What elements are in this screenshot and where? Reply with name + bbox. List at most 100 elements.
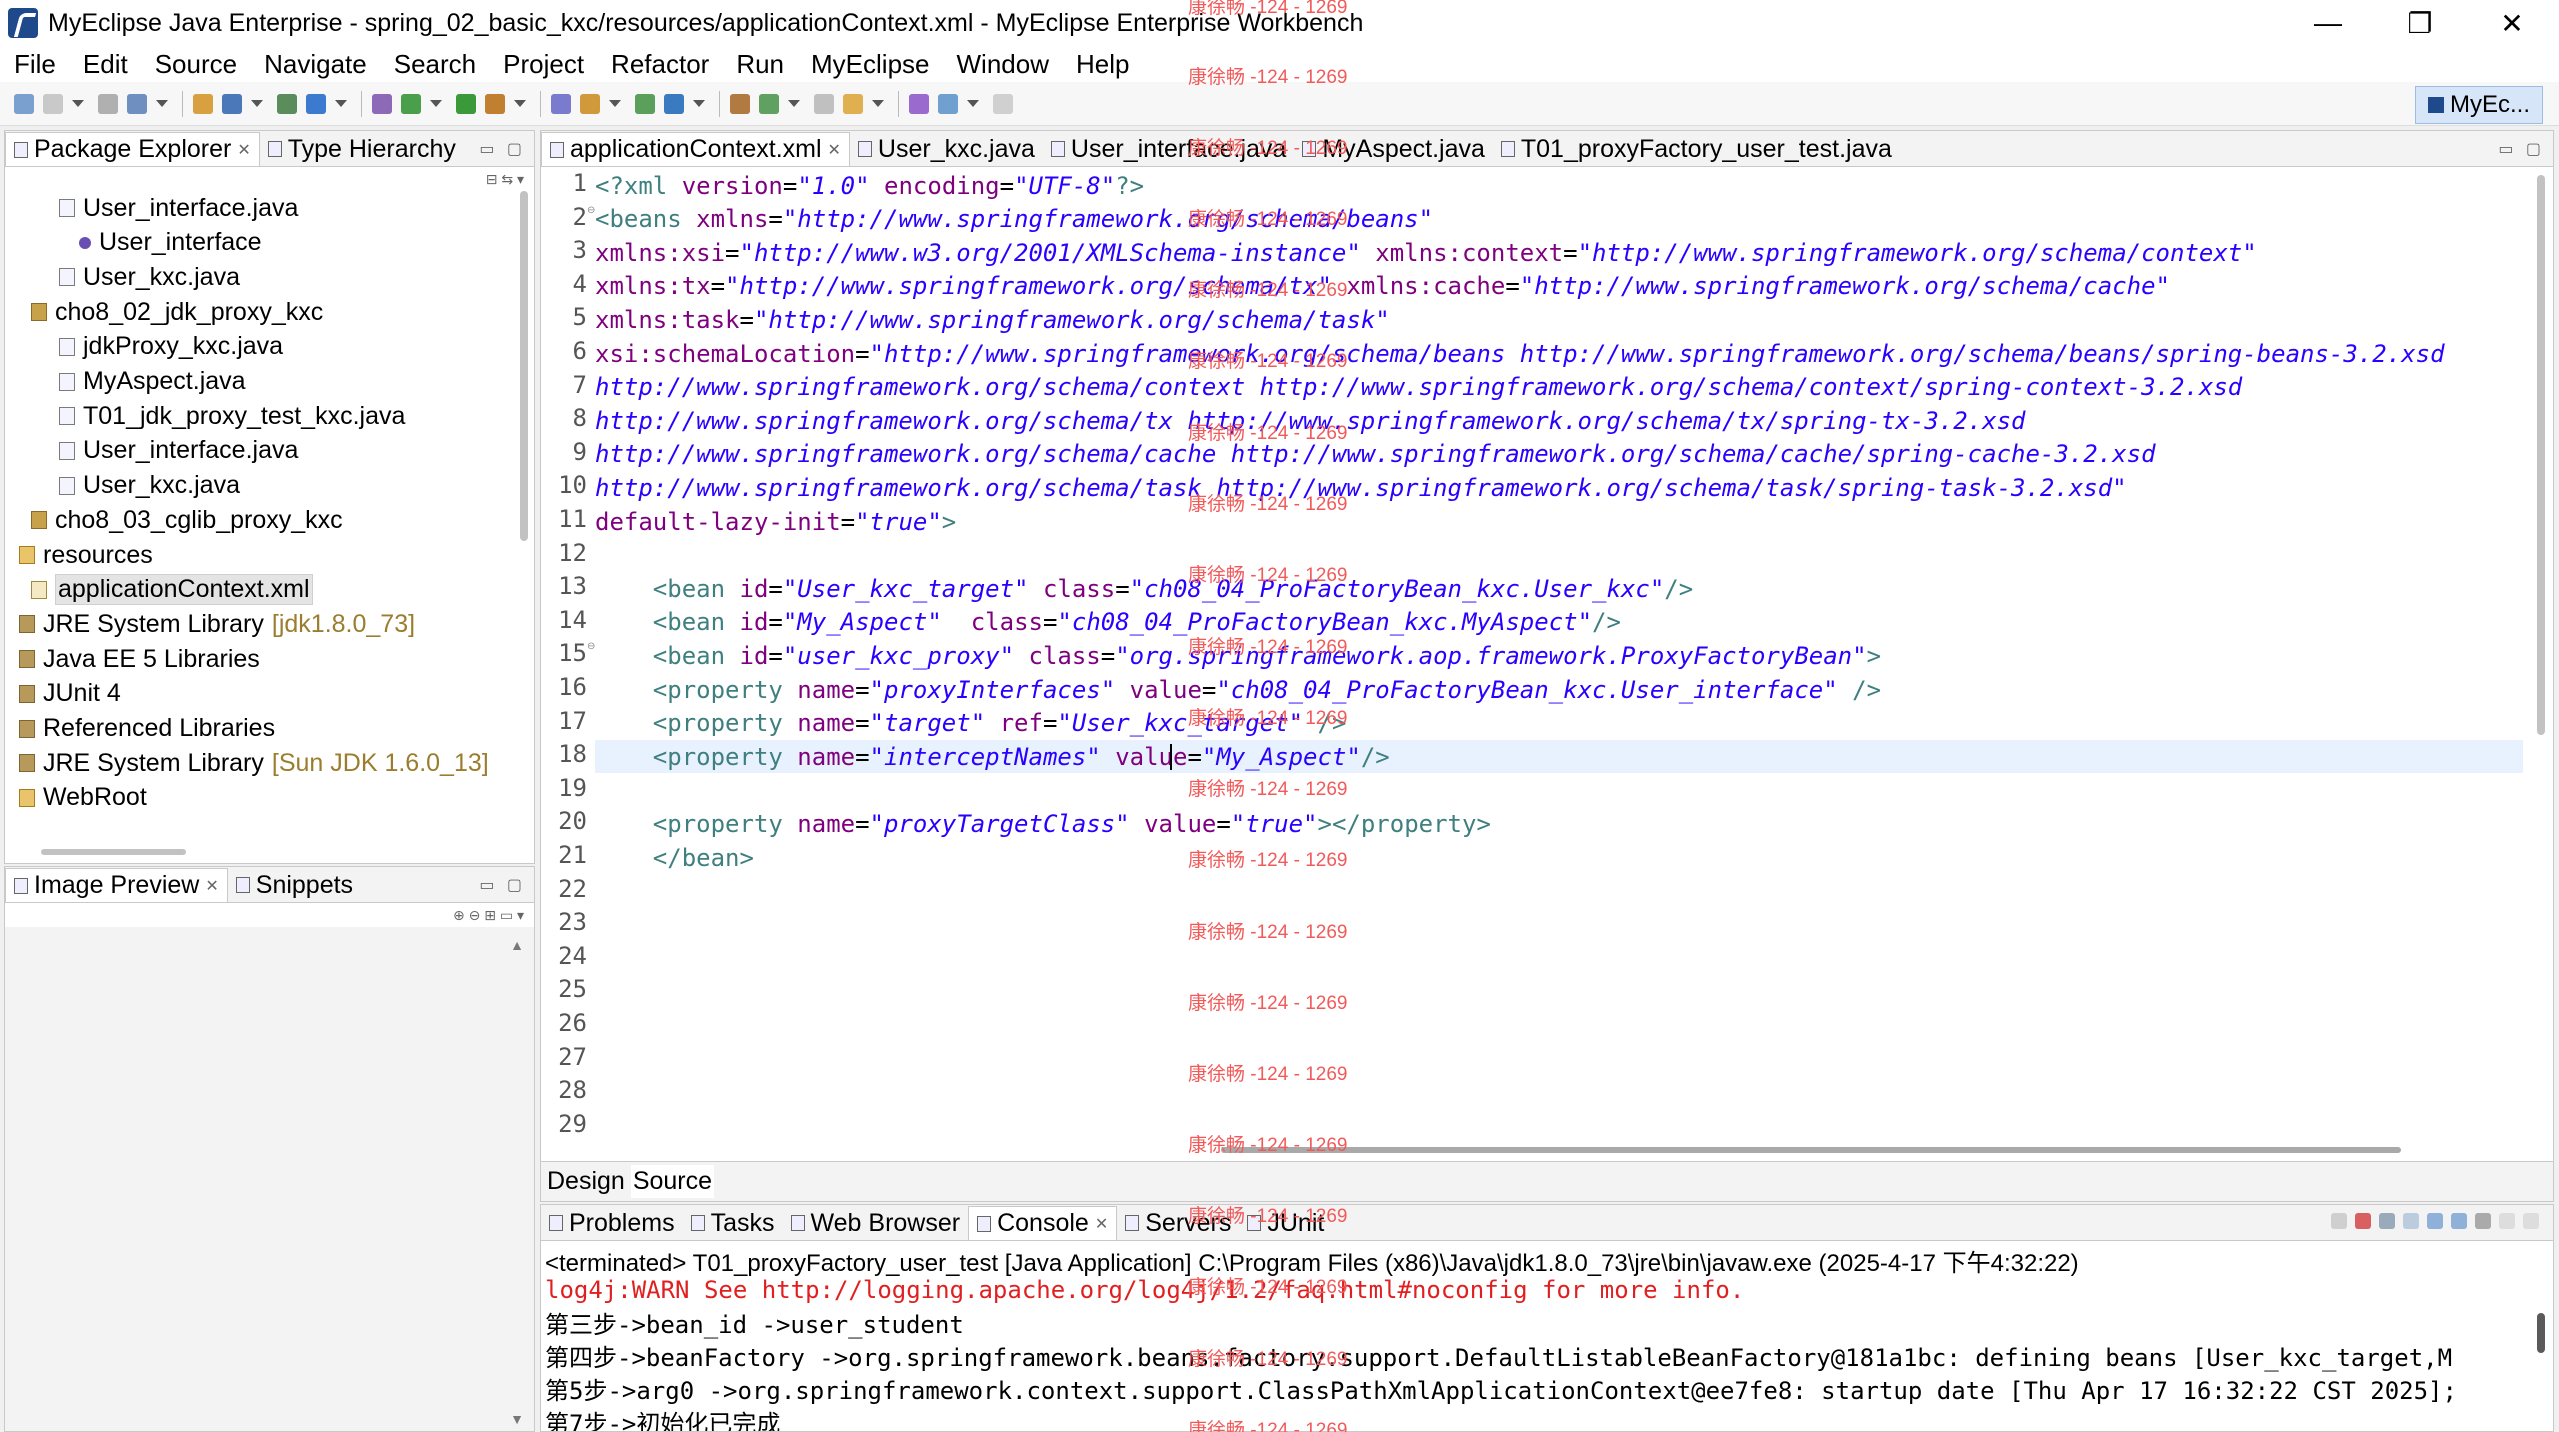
code-line[interactable]: xmlns:tx = "http://www.springframework.org… (595, 270, 2170, 303)
console-output[interactable]: log4j:WARN See http://logging.apache.org… (541, 1279, 2523, 1431)
menu-item-file[interactable]: File (14, 49, 56, 80)
menu-item-window[interactable]: Window (957, 49, 1049, 80)
dropdown-arrow-icon[interactable] (251, 100, 263, 107)
code-line[interactable]: <property name = "proxyTargetClass" value =… (595, 807, 1491, 840)
dropdown-arrow-icon[interactable] (788, 100, 800, 107)
clear-console-icon[interactable] (2379, 1213, 2395, 1229)
tree-item[interactable]: JUnit 4 (19, 677, 121, 711)
image-preview-toolbar[interactable]: ⊕ ⊖ ⊞ ▭ ▾ (453, 907, 524, 924)
code-line[interactable]: http://www.springframework.org/schema/ta… (595, 471, 2127, 504)
close-tab-icon[interactable]: ✕ (205, 876, 218, 896)
dropdown-arrow-icon[interactable] (335, 100, 347, 107)
menu-item-navigate[interactable]: Navigate (264, 49, 367, 80)
preview-tab-snippets[interactable]: Snippets (228, 868, 361, 902)
code-line[interactable]: <bean id = "My_Aspect" class = "ch08_04_ProF… (595, 606, 1621, 639)
tree-item[interactable]: JRE System Library [jdk1.8.0_73] (19, 607, 415, 641)
toolbar-button-6[interactable] (222, 93, 242, 114)
close-tab-icon[interactable]: ✕ (1095, 1214, 1108, 1234)
toolbar-button-21[interactable] (909, 93, 929, 114)
tree-item[interactable]: applicationContext.xml (31, 573, 313, 607)
dropdown-arrow-icon[interactable] (156, 100, 168, 107)
code-line[interactable]: xmlns:xsi = "http://www.w3.org/2001/XMLSch… (595, 236, 2257, 269)
menu-item-project[interactable]: Project (503, 49, 584, 80)
close-tab-icon[interactable]: ✕ (237, 140, 250, 160)
close-tab-icon[interactable]: ✕ (828, 140, 841, 160)
editor-tab-applicationcontext-xml[interactable]: applicationContext.xml ✕ (541, 132, 850, 166)
toolbar-button-11[interactable] (456, 93, 476, 114)
minimize-view-icon[interactable] (2499, 1213, 2515, 1229)
toolbar-button-3[interactable] (98, 93, 118, 114)
dropdown-arrow-icon[interactable] (430, 100, 442, 107)
console-toolbar[interactable] (2323, 1213, 2539, 1229)
tree-item[interactable]: jdkProxy_kxc.java (59, 330, 283, 364)
display-console-icon[interactable] (2451, 1213, 2467, 1229)
open-console-icon[interactable] (2475, 1213, 2491, 1229)
scroll-lock-icon[interactable] (2403, 1213, 2419, 1229)
pin-console-icon[interactable] (2427, 1213, 2443, 1229)
tree-item[interactable]: WebRoot (19, 781, 147, 815)
console-vertical-scrollbar[interactable] (2537, 1313, 2545, 1353)
tree-item[interactable]: cho8_02_jdk_proxy_kxc (31, 295, 323, 329)
toolbar-button-18[interactable] (759, 93, 779, 114)
toolbar-button-12[interactable] (485, 93, 505, 114)
pkg-tab-type-hierarchy[interactable]: Type Hierarchy (260, 132, 464, 166)
dropdown-arrow-icon[interactable] (514, 100, 526, 107)
toolbar-button-2[interactable] (43, 93, 63, 114)
tree-item[interactable]: JRE System Library [Sun JDK 1.6.0_13] (19, 746, 489, 780)
tree-item[interactable]: resources (19, 538, 153, 572)
scroll-up-arrow-icon[interactable]: ▲ (510, 937, 524, 953)
tree-item[interactable]: MyAspect.java (59, 365, 246, 399)
pkg-tab-package-explorer[interactable]: Package Explorer ✕ (5, 132, 260, 166)
view-minmax-controls[interactable]: ▭ ▢ (479, 875, 526, 895)
menu-item-myeclipse[interactable]: MyEclipse (811, 49, 929, 80)
dropdown-arrow-icon[interactable] (967, 100, 979, 107)
toolbar-button-1[interactable] (14, 93, 34, 114)
toolbar-button-7[interactable] (277, 93, 297, 114)
toolbar-button-20[interactable] (843, 93, 863, 114)
editor-mode-source[interactable]: Source (630, 1165, 715, 1198)
toolbar-button-4[interactable] (127, 93, 147, 114)
view-toolbar-icons[interactable]: ⊟ ⇆ ▾ (486, 171, 524, 188)
menu-item-refactor[interactable]: Refactor (611, 49, 709, 80)
menu-item-source[interactable]: Source (155, 49, 237, 80)
toolbar-button-9[interactable] (372, 93, 392, 114)
code-line[interactable]: xsi:schemaLocation = "http://www.springfra… (595, 337, 2445, 370)
code-line[interactable]: default-lazy-init = "true" > (595, 505, 956, 538)
code-line[interactable]: xmlns:task = "http://www.springframework.o… (595, 303, 1390, 336)
tree-item[interactable]: T01_jdk_proxy_test_kxc.java (59, 399, 405, 433)
code-line[interactable]: <bean id = "User_kxc_target" class = "ch08_0… (595, 572, 1693, 605)
toolbar-button-15[interactable] (635, 93, 655, 114)
toolbar-button-13[interactable] (551, 93, 571, 114)
toolbar-button-8[interactable] (306, 93, 326, 114)
perspective-button[interactable]: MyEc... (2414, 86, 2543, 124)
dropdown-arrow-icon[interactable] (693, 100, 705, 107)
dropdown-arrow-icon[interactable] (72, 100, 84, 107)
view-tab-console[interactable]: Console ✕ (968, 1206, 1118, 1240)
terminate-icon[interactable] (2331, 1213, 2347, 1229)
tree-item[interactable]: cho8_03_cglib_proxy_kxc (31, 503, 343, 537)
code-line[interactable]: <property name = "proxyInterfaces" value = "… (595, 673, 1881, 706)
tree-item[interactable]: User_kxc.java (59, 260, 240, 294)
editor-horizontal-scrollbar[interactable] (1221, 1147, 2401, 1153)
editor-mode-design[interactable]: Design (545, 1165, 627, 1198)
editor-tab-user-kxc-java[interactable]: User_kxc.java (850, 132, 1043, 166)
toolbar-button-16[interactable] (664, 93, 684, 114)
editor-tab-t01-proxyfactory-user-test-java[interactable]: T01_proxyFactory_user_test.java (1493, 132, 1900, 166)
toolbar-button-22[interactable] (938, 93, 958, 114)
view-minmax-controls[interactable]: ▭ ▢ (479, 139, 526, 159)
tree-item[interactable]: User_interface.java (59, 434, 298, 468)
toolbar-button-5[interactable] (193, 93, 213, 114)
minimize-button[interactable]: — (2282, 0, 2374, 46)
menu-item-edit[interactable]: Edit (83, 49, 128, 80)
tree-horizontal-scrollbar[interactable] (41, 849, 186, 855)
remove-launch-icon[interactable] (2355, 1213, 2371, 1229)
code-line[interactable]: </bean> (595, 841, 754, 874)
dropdown-arrow-icon[interactable] (609, 100, 621, 107)
tree-item[interactable]: Java EE 5 Libraries (19, 642, 260, 676)
tree-item[interactable]: User_kxc.java (59, 469, 240, 503)
code-line[interactable]: http://www.springframework.org/schema/ca… (595, 438, 2156, 471)
toolbar-button-17[interactable] (730, 93, 750, 114)
menu-item-help[interactable]: Help (1076, 49, 1129, 80)
tree-item[interactable]: Referenced Libraries (19, 712, 275, 746)
toolbar-button-19[interactable] (814, 93, 834, 114)
